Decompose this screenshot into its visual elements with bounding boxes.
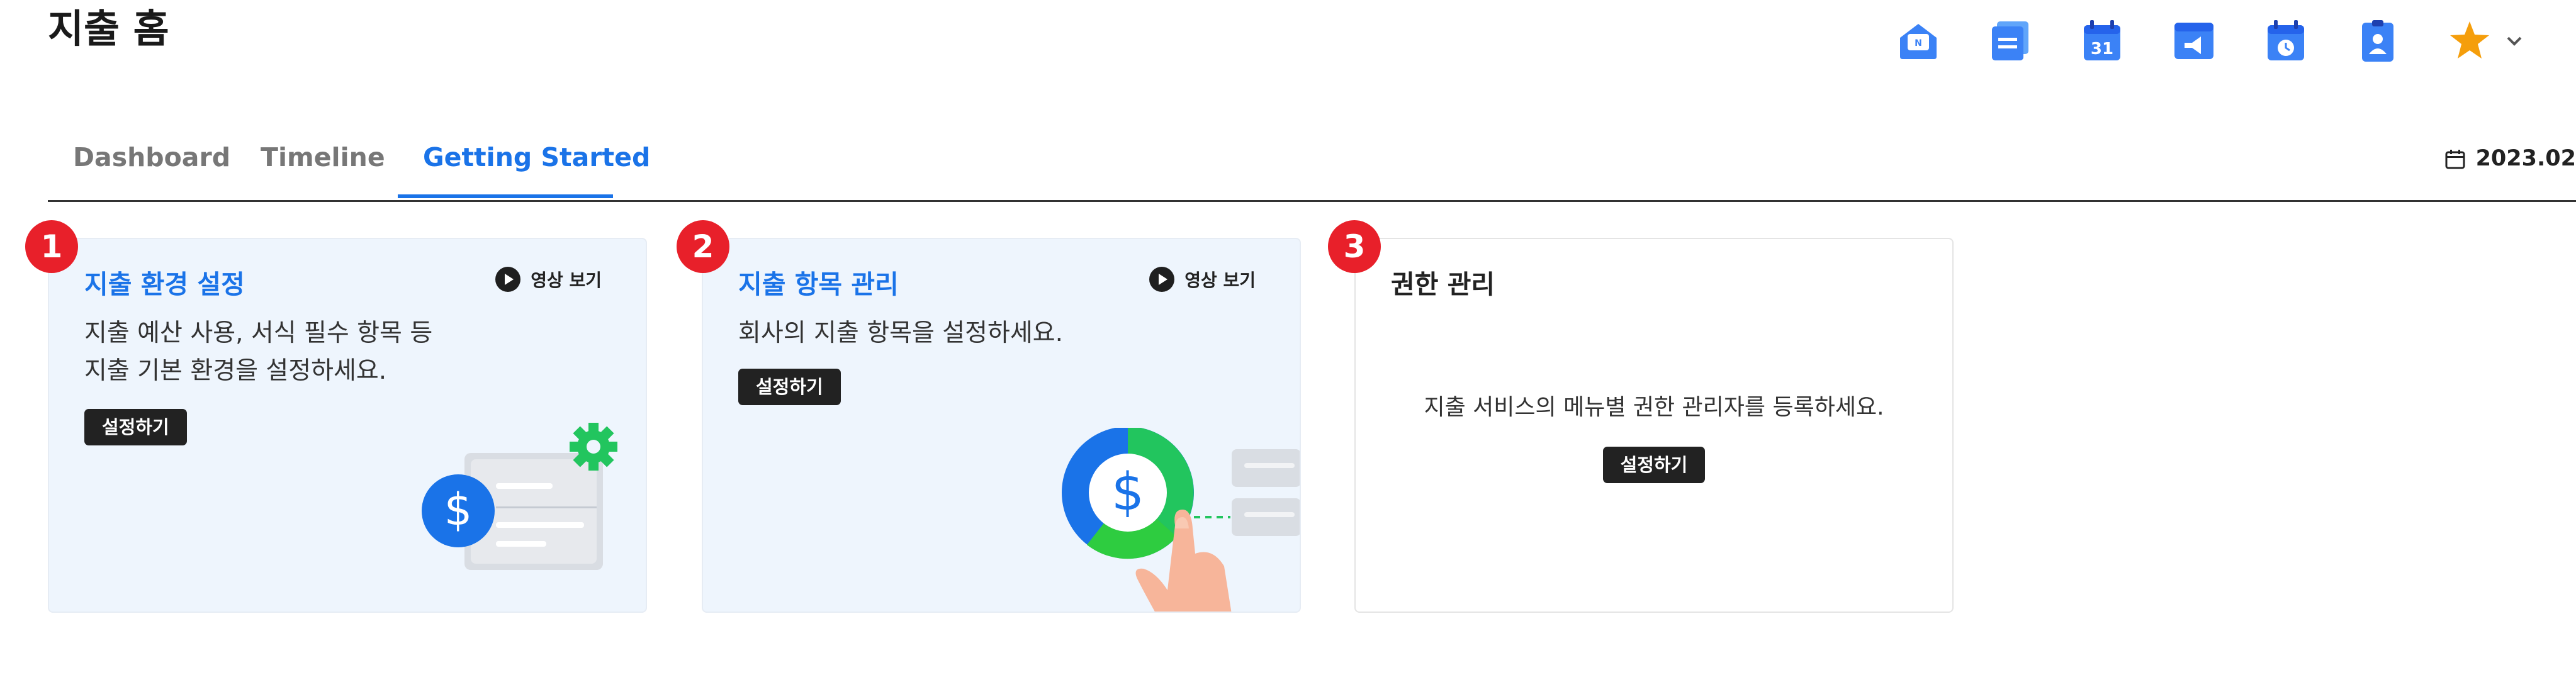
watch-video-label: 영상 보기 — [531, 270, 602, 291]
star-icon[interactable] — [2448, 19, 2492, 63]
document-dollar-gear-illustration: $ — [422, 423, 617, 570]
calendar-icon-day: 31 — [2091, 40, 2113, 59]
setup-button[interactable]: 설정하기 — [84, 409, 187, 445]
date-range-picker[interactable]: 2023.02 — [2444, 140, 2576, 177]
card-title: 지출 환경 설정 — [84, 269, 245, 299]
watch-video-link[interactable]: 영상 보기 — [1149, 267, 1256, 292]
chevron-down-icon[interactable] — [2500, 19, 2538, 63]
card-description: 지출 예산 사용, 서식 필수 항목 등 지출 기본 환경을 설정하세요. — [84, 315, 432, 390]
svg-text:$: $ — [444, 484, 473, 535]
contacts-icon[interactable] — [2356, 19, 2400, 63]
page-title: 지출 홈 — [48, 6, 169, 52]
setup-button[interactable]: 설정하기 — [1602, 447, 1706, 483]
card-description-line: 회사의 지출 항목을 설정하세요. — [738, 319, 1064, 347]
step-badge-3: 3 — [1328, 220, 1381, 273]
card-description: 지출 서비스의 메뉴별 권한 관리자를 등록하세요. — [1424, 394, 1884, 420]
calendar-icon — [2445, 150, 2465, 169]
calendar-icon[interactable]: 31 — [2080, 19, 2124, 63]
app-shortcut-bar: N 31 — [1896, 19, 2576, 75]
tab-getting-started[interactable]: Getting Started — [423, 135, 650, 179]
svg-text:$: $ — [1111, 462, 1144, 522]
step-badge-1: 1 — [25, 220, 78, 273]
play-icon — [495, 267, 521, 292]
schedule-icon[interactable] — [2264, 19, 2308, 63]
card-description-line: 지출 예산 사용, 서식 필수 항목 등 — [84, 319, 433, 347]
setup-button[interactable]: 설정하기 — [738, 369, 841, 405]
play-icon — [1149, 267, 1175, 292]
tab-divider — [48, 200, 2576, 202]
step-badge-2: 2 — [677, 220, 729, 273]
announcement-icon[interactable] — [2172, 19, 2216, 63]
date-range-text: 2023.02 — [2475, 146, 2576, 171]
active-tab-indicator — [398, 194, 613, 198]
setup-button-wrapper: 설정하기 — [1356, 447, 1952, 483]
setup-card-expense-items: 지출 항목 관리 영상 보기 회사의 지출 항목을 설정하세요. 설정하기 $ — [702, 238, 1301, 613]
watch-video-link[interactable]: 영상 보기 — [495, 267, 602, 292]
card-title: 권한 관리 — [1391, 269, 1495, 299]
svg-text:N: N — [1915, 38, 1922, 48]
board-icon[interactable] — [1988, 19, 2032, 63]
card-description: 회사의 지출 항목을 설정하세요. — [738, 315, 1063, 352]
card-description-line: 지출 기본 환경을 설정하세요. — [84, 357, 387, 385]
tab-dashboard[interactable]: Dashboard — [73, 135, 230, 179]
tab-timeline[interactable]: Timeline — [261, 135, 385, 179]
watch-video-label: 영상 보기 — [1184, 270, 1256, 291]
card-title: 지출 항목 관리 — [738, 269, 899, 299]
mail-icon[interactable]: N — [1896, 19, 1940, 63]
donut-dollar-hand-illustration: $ — [1062, 428, 1300, 612]
setup-card-expense-settings: 지출 환경 설정 영상 보기 지출 예산 사용, 서식 필수 항목 등 지출 기… — [48, 238, 647, 613]
setup-card-permissions: 권한 관리 지출 서비스의 메뉴별 권한 관리자를 등록하세요. 설정하기 — [1354, 238, 1954, 613]
